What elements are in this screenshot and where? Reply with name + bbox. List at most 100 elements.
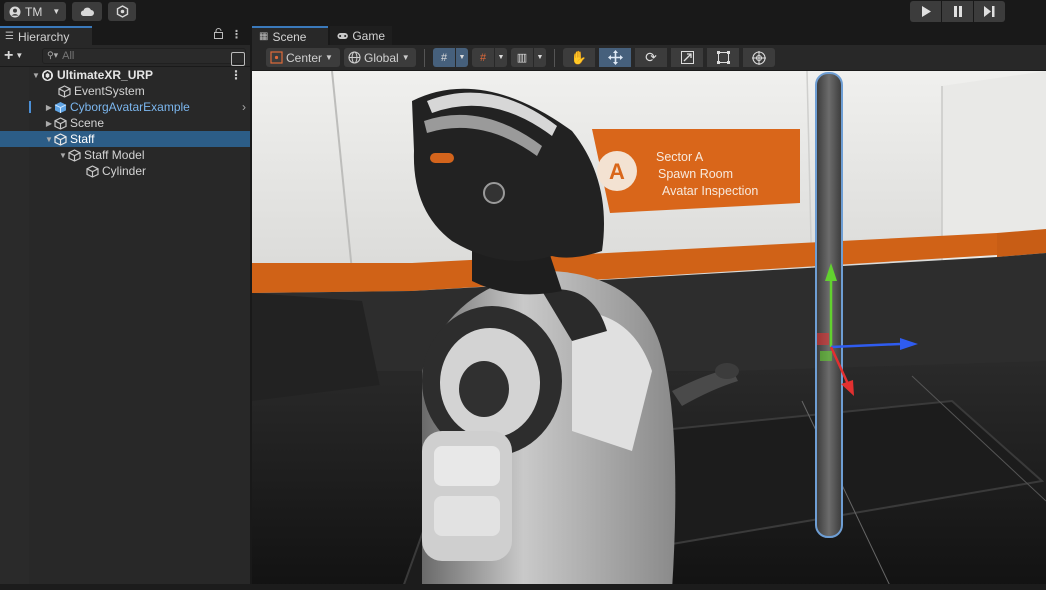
chevron-right-icon[interactable]: › [242,100,246,114]
rotate-tool-button[interactable]: ⟳ [635,48,667,67]
tab-hierarchy[interactable]: ☰ Hierarchy [0,26,92,45]
plus-icon: + [4,46,14,64]
snap-increment-dropdown[interactable]: ▼ [495,48,507,67]
tree-item-scene-root[interactable]: ▼ UltimateXR_URP ⋮ [0,67,250,83]
tab-game[interactable]: Game [330,26,392,45]
chevron-down-icon[interactable]: ▼ [44,135,54,144]
unity-scene-icon [42,69,53,81]
tree-item-staff-model[interactable]: ▼ Staff Model [0,147,250,163]
gameobject-cube-icon [68,148,81,162]
search-icon: ⚲▾ [47,50,59,60]
kebab-menu-icon[interactable]: ⋮ [231,28,242,41]
toolbar-divider [554,48,555,67]
gamepad-icon [337,32,348,39]
tree-item-label: EventSystem [74,84,145,98]
hierarchy-panel: ☰ Hierarchy ⋮ + ▼ ⚲▾ All ▼ UltimateXR_UR… [0,26,250,590]
hierarchy-tree: ▼ UltimateXR_URP ⋮ EventSystem ▶ CyborgA… [0,67,250,179]
account-button[interactable]: TM ▼ [4,2,66,21]
rect-tool-button[interactable] [707,48,739,67]
collab-icon [116,5,128,18]
chevron-down-icon: ▼ [458,54,466,61]
collab-button[interactable] [108,2,136,21]
gameobject-cube-icon [54,116,67,130]
scale-tool-button[interactable] [671,48,703,67]
chevron-down-icon: ▼ [497,54,505,61]
play-icon [921,6,931,17]
scale-icon [680,51,694,64]
scene-toolbar: Center ▼ Global ▼ # ▼ # ▼ ▥ ▼ ✋ ⟳ [252,45,1046,71]
gameobject-cube-icon [54,132,67,146]
tree-item-scene[interactable]: ▶ Scene [0,115,250,131]
chevron-down-icon[interactable]: ▼ [31,71,41,80]
gameobject-cube-icon [58,84,71,98]
play-button[interactable] [910,1,941,22]
move-tool-button[interactable] [599,48,631,67]
transform-icon [752,50,766,65]
grid-snap-toggle[interactable]: # [433,48,455,67]
hand-tool-button[interactable]: ✋ [563,48,595,67]
sign-line-2: Spawn Room [658,167,733,181]
kebab-menu-icon[interactable]: ⋮ [230,68,242,82]
lock-icon[interactable] [214,28,223,39]
grid-snap-dropdown[interactable]: ▼ [456,48,468,67]
transform-tool-button[interactable] [743,48,775,67]
pause-button[interactable] [942,1,973,22]
search-placeholder: All [62,49,75,62]
chevron-down-icon[interactable]: ▼ [58,151,68,160]
chevron-down-icon: ▼ [325,53,333,62]
pivot-dropdown[interactable]: Center ▼ [266,48,340,67]
tree-item-label: UltimateXR_URP [57,68,154,82]
chevron-right-icon[interactable]: ▶ [44,119,54,128]
snap-increment-toggle[interactable]: # [472,48,494,67]
pivot-center-icon [270,51,283,64]
play-controls [910,1,1005,22]
bottom-strip [0,584,1046,590]
gameobject-cube-icon [86,164,99,178]
tab-label: Game [352,28,385,43]
tree-item-label: Staff [70,132,95,146]
toolbar-divider [424,48,425,67]
ruler-dropdown[interactable]: ▼ [534,48,546,67]
ruler-toggle[interactable]: ▥ [511,48,533,67]
tree-item-cyborgavatarexample[interactable]: ▶ CyborgAvatarExample › [0,99,250,115]
tree-item-cylinder[interactable]: Cylinder [0,163,250,179]
chevron-down-icon: ▼ [536,54,544,61]
chevron-down-icon: ▼ [52,7,61,16]
space-label: Global [364,50,399,65]
step-button[interactable] [974,1,1005,22]
hierarchy-tab-label: Hierarchy [17,29,70,44]
hand-icon: ✋ [570,49,588,65]
space-dropdown[interactable]: Global ▼ [344,48,416,67]
tree-item-label: Cylinder [102,164,147,178]
tree-item-label: Scene [70,116,105,130]
scene-render[interactable]: A Sector A Spawn Room Avatar Inspection [252,71,1046,590]
tree-item-eventsystem[interactable]: EventSystem [0,83,250,99]
prefab-cube-icon [54,101,67,113]
cloud-button[interactable] [72,2,102,21]
scene-panel: ▦ Scene Game Center ▼ Global ▼ # ▼ # ▼ ▥… [252,26,1046,590]
chevron-down-icon: ▼ [15,51,24,60]
rotate-icon: ⟳ [645,49,657,65]
hierarchy-tabbar: ☰ Hierarchy ⋮ [0,26,250,45]
user-icon [9,6,21,17]
scene-visibility-icon[interactable] [231,52,245,66]
chevron-right-icon[interactable]: ▶ [44,103,54,112]
tab-label: Scene [272,29,307,44]
grid-snap-icon: # [440,51,448,64]
top-toolbar: TM ▼ [0,0,1046,24]
rect-transform-icon [716,51,730,64]
account-label: TM [25,4,43,19]
tree-item-staff[interactable]: ▼ Staff [0,131,250,147]
prefab-override-marker [29,101,31,113]
cloud-icon [80,7,94,16]
staff-object[interactable] [815,72,843,538]
scene-viewport[interactable]: A Sector A Spawn Room Avatar Inspection [252,71,1046,590]
sign-line-1: Sector A [656,150,704,164]
globe-icon [348,51,361,64]
tab-scene[interactable]: ▦ Scene [252,26,328,45]
pause-icon [953,6,962,17]
ruler-icon: ▥ [516,52,528,64]
search-input[interactable]: ⚲▾ All [42,47,246,64]
scene-tabbar: ▦ Scene Game [252,26,1046,45]
add-button[interactable]: + ▼ [4,47,34,65]
